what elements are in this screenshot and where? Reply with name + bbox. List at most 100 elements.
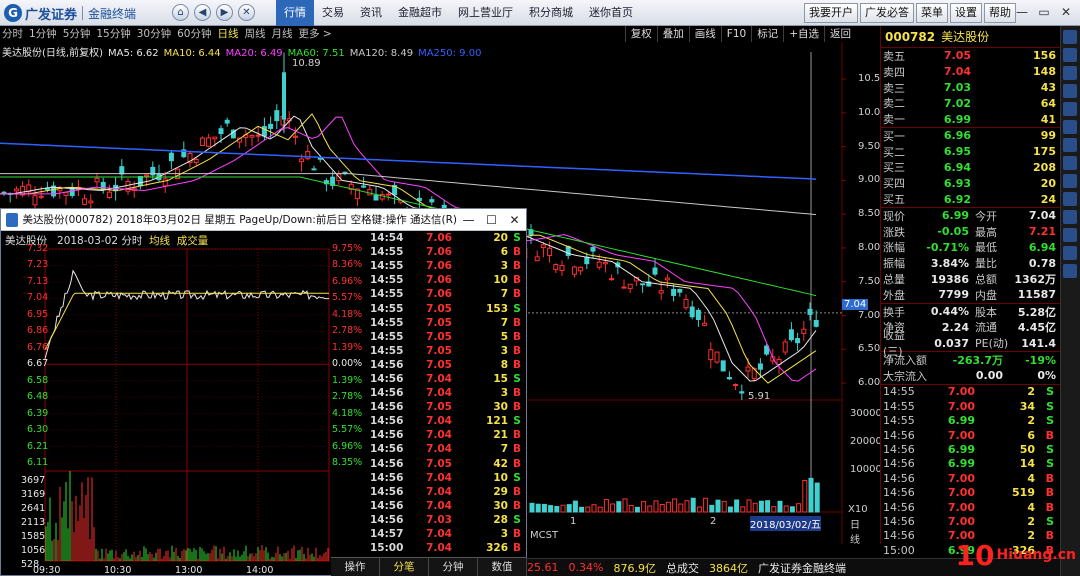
nav-tab-5[interactable]: 积分商城 (521, 0, 581, 26)
bid-price: 6.92 (943, 192, 971, 206)
candle (534, 250, 540, 262)
tool-icon[interactable] (1063, 120, 1077, 134)
tick-price: 7.06 (426, 274, 452, 287)
stat-label: 振幅 (883, 257, 905, 271)
close-window-icon[interactable]: ✕ (1056, 2, 1076, 22)
top-menu-button-1[interactable]: 广发必答 (860, 3, 914, 23)
tick-time: 14:56 (370, 443, 404, 456)
bid-row: 买五 6.92 24 (881, 191, 1060, 207)
status-item: 876.9亿 (613, 561, 656, 575)
period-tab-3[interactable]: 15分钟 (96, 26, 130, 42)
trade-time: 14:55 (883, 399, 915, 413)
maximize-icon[interactable]: ☐ (480, 213, 503, 227)
candle (695, 307, 701, 327)
candle-body (708, 349, 714, 361)
chart-tool-0[interactable]: 复权 (624, 26, 657, 42)
popup-tab-1[interactable]: 分笔 (380, 558, 429, 576)
tick-price: 7.04 (426, 443, 452, 456)
volume-bar (560, 504, 566, 513)
candle-body (255, 134, 261, 137)
tool-icon[interactable] (1063, 84, 1077, 98)
tool-icon[interactable] (1063, 66, 1077, 80)
tick-row: 14:57 7.04 3 B (366, 527, 526, 541)
tool-icon[interactable] (1063, 228, 1077, 242)
tool-icon[interactable] (1063, 156, 1077, 170)
tool-icon[interactable] (1063, 30, 1077, 44)
home-icon[interactable]: ⌂ (172, 4, 189, 21)
tick-side: B (512, 344, 521, 357)
minimize-icon[interactable]: — (1012, 2, 1032, 22)
tick-volume: 29 (493, 485, 508, 498)
nav-tab-4[interactable]: 网上营业厅 (450, 0, 521, 26)
tick-side: B (512, 246, 521, 259)
tool-icon[interactable] (1063, 174, 1077, 188)
chart-tool-5[interactable]: +自选 (783, 26, 824, 42)
chart-tool-1[interactable]: 叠加 (656, 26, 689, 42)
top-menu-button-0[interactable]: 我要开户 (804, 3, 858, 23)
back-icon[interactable]: ◀ (194, 4, 211, 21)
stat-label: 量比 (975, 257, 997, 271)
nav-tab-3[interactable]: 金融超市 (390, 0, 450, 26)
tick-row: 14:56 7.03 28 S (366, 513, 526, 527)
nav-tab-2[interactable]: 资讯 (352, 0, 390, 26)
tool-icon[interactable] (1063, 210, 1077, 224)
forward-icon[interactable]: ▶ (216, 4, 233, 21)
popup-tab-3[interactable]: 数值 (478, 558, 527, 576)
maximize-icon[interactable]: ▭ (1034, 2, 1054, 22)
period-tab-4[interactable]: 30分钟 (137, 26, 171, 42)
tick-time: 14:56 (370, 485, 404, 498)
intraday-price-label: 7.23 (27, 259, 49, 271)
tick-side: S (513, 471, 521, 484)
intraday-time-label: 14:00 (246, 565, 274, 576)
bid-volume: 208 (1033, 160, 1056, 174)
tool-icon[interactable] (1063, 192, 1077, 206)
popup-tab-0[interactable]: 操作 (331, 558, 380, 576)
period-tab-0[interactable]: 分时 (2, 26, 23, 42)
tick-time: 14:56 (370, 499, 404, 512)
chart-tool-2[interactable]: 画线 (688, 26, 721, 42)
candle-body (1, 191, 7, 194)
chart-tool-6[interactable]: 返回 (824, 26, 856, 42)
nav-tab-1[interactable]: 交易 (314, 0, 352, 26)
period-tab-5[interactable]: 60分钟 (177, 26, 211, 42)
money-flow: 净流入额 -263.7万 -19% 大宗流入 0.00 0% (881, 352, 1060, 385)
intraday-pct-label: 8.35% (332, 457, 363, 468)
tool-icon[interactable] (1063, 102, 1077, 116)
trade-list[interactable]: 14:55 7.00 2 S 14:55 7.00 34 S 14:55 6.99 2 S 14:56 7… (881, 385, 1060, 558)
tool-icon[interactable] (1063, 246, 1077, 260)
period-tab-1[interactable]: 1分钟 (29, 26, 57, 42)
nav-tab-6[interactable]: 迷你首页 (581, 0, 641, 26)
period-tab-2[interactable]: 5分钟 (63, 26, 91, 42)
candle-body (702, 322, 708, 326)
trade-row: 14:56 6.99 50 S (881, 442, 1060, 456)
chart-tool-3[interactable]: F10 (720, 26, 751, 42)
intraday-popup[interactable]: 美达股份(000782) 2018年03月02日 星期五 PageUp/Down… (0, 208, 527, 576)
period-tab-7[interactable]: 周线 (245, 26, 266, 42)
ask-volume: 148 (1033, 65, 1056, 79)
nav-tab-0[interactable]: 行情 (276, 0, 314, 26)
close-icon[interactable]: ✕ (503, 213, 526, 227)
tool-icon[interactable] (1063, 138, 1077, 152)
tool-icon[interactable] (1063, 48, 1077, 62)
intraday-chart[interactable]: 美达股份 2018-03-02 分时 均线 成交量 7.32 9.75% 7.23 8… (1, 231, 365, 576)
month-tick-label: 1 (570, 516, 577, 527)
popup-tab-2[interactable]: 分钟 (429, 558, 478, 576)
candle (571, 265, 577, 278)
period-tab-8[interactable]: 月线 (272, 26, 293, 42)
top-menu-button-2[interactable]: 菜单 (916, 3, 948, 23)
candle (621, 279, 627, 289)
tick-list[interactable]: 14:54 7.06 20 S 14:55 7.06 6 B 14:55 7.06 3 B 14:55 7… (366, 231, 526, 555)
tool-icon[interactable] (1063, 264, 1077, 278)
top-menu-button-3[interactable]: 设置 (950, 3, 982, 23)
chart-tool-4[interactable]: 标记 (751, 26, 783, 42)
minimize-icon[interactable]: — (457, 213, 480, 227)
candle-body (640, 283, 646, 286)
volume-tick-label: 20000 (850, 436, 882, 447)
close-page-icon[interactable]: ✕ (238, 4, 255, 21)
popup-title-bar[interactable]: 美达股份(000782) 2018年03月02日 星期五 PageUp/Down… (1, 209, 526, 231)
period-tab-9[interactable]: 更多 > (299, 26, 332, 42)
period-tab-6[interactable]: 日线 (218, 26, 239, 42)
tick-time: 14:55 (370, 302, 404, 315)
stat-value: 2.24 (941, 320, 969, 334)
volume-bar (634, 506, 640, 513)
